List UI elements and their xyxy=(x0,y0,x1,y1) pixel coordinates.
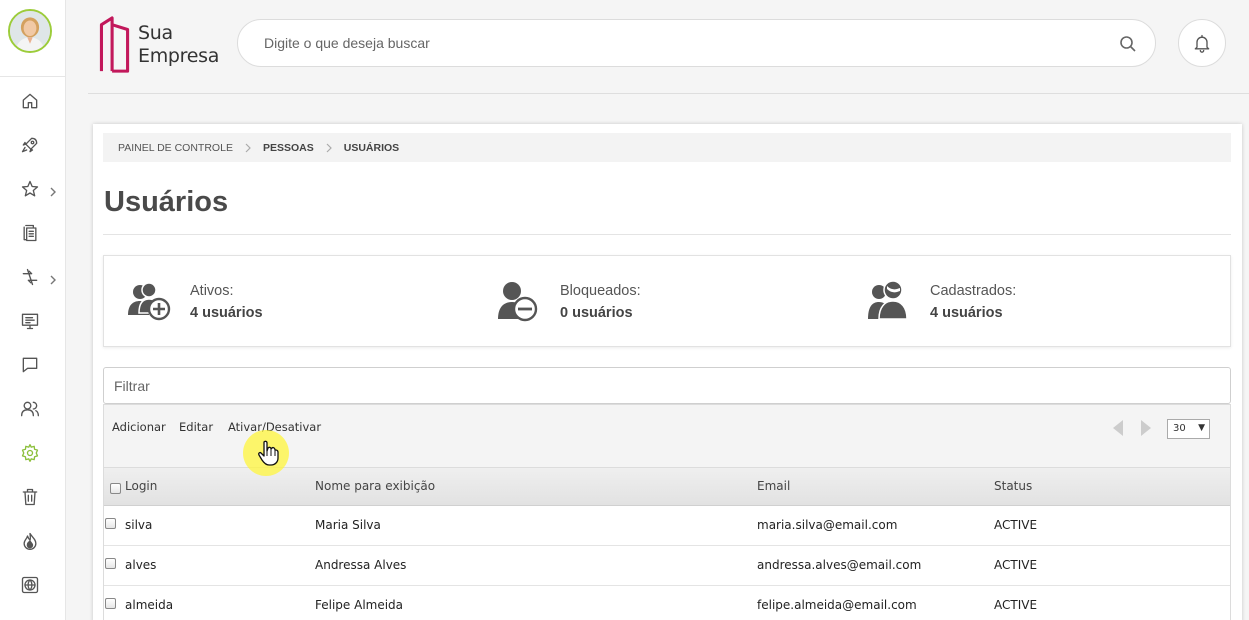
sidebar-item-integrations[interactable] xyxy=(18,265,42,289)
chevron-right-icon xyxy=(49,182,57,197)
cell-display-name: Felipe Almeida xyxy=(315,598,404,612)
rocket-icon xyxy=(21,137,38,153)
stat-registered: Cadastrados: 4 usuários xyxy=(867,272,1016,332)
home-icon xyxy=(22,93,38,109)
column-header-login[interactable]: Login xyxy=(125,479,157,493)
row-checkbox[interactable] xyxy=(105,598,116,609)
row-checkbox[interactable] xyxy=(105,518,116,529)
cell-status: ACTIVE xyxy=(994,518,1038,532)
global-search xyxy=(237,19,1156,67)
breadcrumb: PAINEL DE CONTROLE PESSOAS USUÁRIOS xyxy=(103,133,1231,162)
documents-icon xyxy=(23,224,37,242)
users-icon xyxy=(21,401,39,417)
sidebar-divider xyxy=(0,76,66,77)
sidebar-item-web[interactable] xyxy=(18,573,42,597)
sidebar-item-presentations[interactable] xyxy=(18,309,42,333)
column-header-display-name[interactable]: Nome para exibição xyxy=(315,479,435,493)
sidebar-item-messages[interactable] xyxy=(18,353,42,377)
edit-button[interactable]: Editar xyxy=(179,420,213,434)
sidebar-item-launch[interactable] xyxy=(18,133,42,157)
cell-status: ACTIVE xyxy=(994,558,1038,572)
search-icon[interactable] xyxy=(1119,35,1137,53)
stat-blocked: Bloqueados: 0 usuários xyxy=(497,272,641,332)
next-page-icon[interactable] xyxy=(1138,419,1154,437)
sidebar-item-trends[interactable] xyxy=(18,529,42,553)
breadcrumb-item-users: USUÁRIOS xyxy=(343,141,400,154)
table-row[interactable]: almeida Felipe Almeida felipe.almeida@em… xyxy=(104,586,1230,620)
filter-box xyxy=(103,367,1231,404)
notifications-button[interactable] xyxy=(1178,19,1226,67)
page-size-select[interactable]: 30 ▼ xyxy=(1167,419,1210,439)
cell-login: alves xyxy=(125,558,157,572)
select-all-checkbox[interactable] xyxy=(110,483,121,494)
avatar-icon xyxy=(10,11,50,51)
chevron-right-icon xyxy=(49,270,57,285)
cell-display-name: Andressa Alves xyxy=(315,558,407,572)
user-stats: Ativos: 4 usuários Bloqueados: 0 usuário… xyxy=(103,255,1231,347)
table-row[interactable]: alves Andressa Alves andressa.alves@emai… xyxy=(104,546,1230,586)
brand-line-1: Sua xyxy=(138,22,173,44)
row-checkbox[interactable] xyxy=(105,558,116,569)
page-title: Usuários xyxy=(104,186,229,218)
sidebar xyxy=(0,0,66,620)
filter-input[interactable] xyxy=(114,377,1114,395)
building-logo-icon xyxy=(99,16,130,73)
column-header-status[interactable]: Status xyxy=(994,479,1032,493)
flame-icon xyxy=(23,532,37,550)
brand-line-2: Empresa xyxy=(138,45,220,67)
bell-icon xyxy=(1194,34,1210,53)
users-registered-icon xyxy=(867,279,913,325)
stat-active: Ativos: 4 usuários xyxy=(127,272,263,332)
settings-icon xyxy=(21,444,39,462)
stat-value: 4 usuários xyxy=(190,305,263,321)
stat-label: Cadastrados: xyxy=(930,283,1017,299)
sidebar-item-favorites[interactable] xyxy=(18,177,42,201)
breadcrumb-item-people[interactable]: PESSOAS xyxy=(263,142,314,154)
stat-label: Bloqueados: xyxy=(560,283,641,299)
cell-status: ACTIVE xyxy=(994,598,1038,612)
sidebar-item-home[interactable] xyxy=(18,89,42,113)
stat-value: 4 usuários xyxy=(930,305,1003,321)
sidebar-item-trash[interactable] xyxy=(18,485,42,509)
monitor-icon xyxy=(21,313,39,330)
column-header-email[interactable]: Email xyxy=(757,479,790,493)
cell-email: andressa.alves@email.com xyxy=(757,558,922,572)
previous-page-icon[interactable] xyxy=(1110,419,1126,437)
dropdown-arrow-icon: ▼ xyxy=(1198,423,1205,433)
user-blocked-icon xyxy=(497,279,543,325)
users-add-icon xyxy=(127,279,173,325)
user-avatar[interactable] xyxy=(8,9,52,53)
brand-logo[interactable]: Sua Empresa xyxy=(98,14,228,76)
title-divider xyxy=(103,234,1231,235)
globe-icon xyxy=(21,576,39,594)
chevron-right-icon xyxy=(326,143,332,153)
breadcrumb-item-control-panel[interactable]: PAINEL DE CONTROLE xyxy=(118,142,233,154)
cell-email: felipe.almeida@email.com xyxy=(757,598,917,612)
stat-label: Ativos: xyxy=(190,283,234,299)
add-button[interactable]: Adicionar xyxy=(112,420,166,434)
stat-value: 0 usuários xyxy=(560,305,633,321)
cell-email: maria.silva@email.com xyxy=(757,518,898,532)
trash-icon xyxy=(22,488,38,506)
star-icon xyxy=(21,180,39,197)
sidebar-item-documents[interactable] xyxy=(18,221,42,245)
cell-login: silva xyxy=(125,518,153,532)
hand-cursor-icon xyxy=(258,440,279,466)
sidebar-item-settings[interactable] xyxy=(18,441,42,465)
sidebar-item-people[interactable] xyxy=(18,397,42,421)
cell-display-name: Maria Silva xyxy=(315,518,381,532)
page-size-value: 30 xyxy=(1173,423,1186,434)
arrows-icon xyxy=(22,268,38,286)
chevron-right-icon xyxy=(245,143,251,153)
brand-name: Sua Empresa xyxy=(138,22,219,68)
search-input[interactable] xyxy=(264,32,1084,54)
cell-login: almeida xyxy=(125,598,174,612)
table-row[interactable]: silva Maria Silva maria.silva@email.com … xyxy=(104,506,1230,546)
users-panel: PAINEL DE CONTROLE PESSOAS USUÁRIOS Usuá… xyxy=(93,124,1242,620)
chat-icon xyxy=(22,357,38,373)
header-divider xyxy=(88,93,1249,94)
